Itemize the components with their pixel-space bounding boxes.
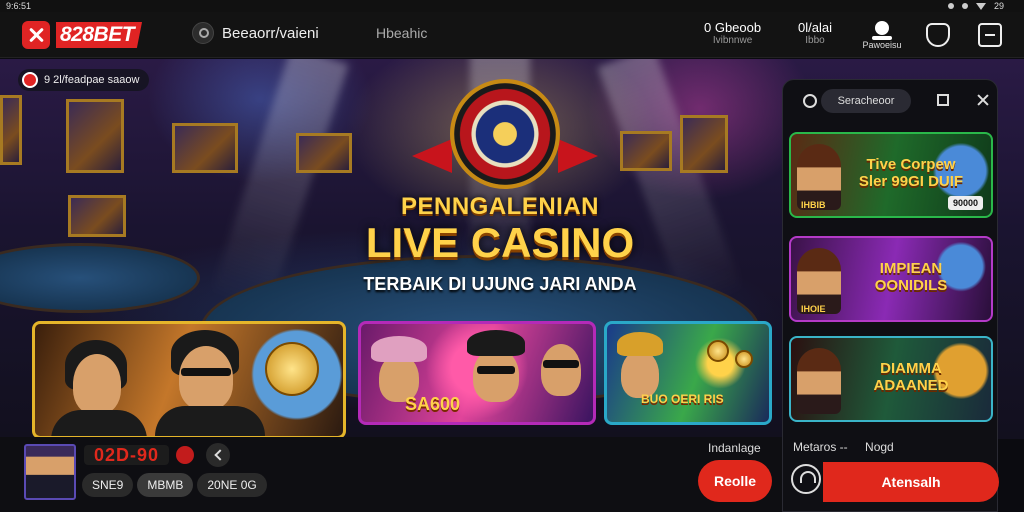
sunglasses — [543, 360, 579, 368]
ribbon-left — [412, 139, 452, 173]
panel-game-card[interactable]: IMPIEAN OONIDILS IHOIE — [789, 236, 993, 322]
filter-chips: SNE9 MBMB 20NE 0G — [82, 473, 267, 497]
stat-label: Ivibnnwe — [712, 35, 753, 46]
wifi-icon — [975, 2, 986, 10]
panel-cta-button[interactable]: Atensalh — [823, 462, 999, 502]
header-search[interactable]: Beeaorr/vaieni — [192, 22, 319, 44]
host-face — [473, 348, 519, 402]
reload-button[interactable]: Reolle — [698, 460, 772, 502]
filter-chip[interactable]: MBMB — [137, 473, 194, 497]
support-headset-icon[interactable] — [791, 464, 821, 494]
brand-logo[interactable]: 828BET — [56, 22, 143, 48]
app-header: 828BET Beeaorr/vaieni Hbeahic 0 Gbeoob I… — [0, 12, 1024, 58]
live-viewers-badge[interactable]: 9 2l/feadpae saaow — [18, 69, 150, 91]
wall-picture — [0, 95, 22, 165]
user-icon — [875, 21, 889, 35]
ribbon-right — [558, 139, 598, 173]
panel-toolbar: Seracheoor — [791, 88, 991, 114]
host-face — [541, 344, 581, 396]
roulette-wheel-icon — [450, 79, 560, 189]
status-bar: 9:6:51 29 — [0, 0, 1024, 12]
status-icons: 29 — [947, 0, 1004, 12]
dealer-face — [621, 350, 659, 398]
game-card-label: BUO OERI RIS — [641, 392, 724, 406]
panel-game-card[interactable]: Tive Corpew Sler 99GI DUIF IHBIB 90000 — [789, 132, 993, 218]
panel-card-tag: IHOIE — [801, 304, 826, 314]
bottom-right-label: Indanlage — [708, 441, 761, 455]
wall-picture — [68, 195, 126, 237]
hero-headline: LIVE CASINO — [365, 219, 635, 266]
dealer-jacket — [51, 410, 147, 436]
location-icon — [947, 3, 954, 9]
wall-picture — [296, 133, 352, 173]
dealer-hat — [371, 336, 427, 362]
close-icon[interactable] — [22, 21, 50, 49]
host-face — [179, 346, 233, 410]
search-icon — [192, 22, 214, 44]
panel-card-tag: IHBIB — [801, 200, 826, 210]
panel-footer: Metaros -- Nogd — [793, 440, 908, 454]
panel-search-input[interactable]: Seracheoor — [821, 89, 911, 113]
host-hat — [467, 330, 525, 356]
game-card-sa-gaming[interactable]: SA600 — [358, 321, 596, 425]
battery-level: 29 — [993, 1, 1004, 11]
coin-icon — [735, 350, 753, 368]
roulette-emblem — [412, 79, 598, 189]
panel-card-title: Tive Corpew Sler 99GI DUIF — [858, 156, 964, 190]
live-record-icon — [176, 446, 194, 464]
filter-chip[interactable]: SNE9 — [82, 473, 134, 497]
record-icon — [22, 72, 38, 88]
sunglasses — [181, 368, 231, 376]
shield-icon[interactable] — [926, 23, 950, 47]
wall-picture — [620, 131, 672, 171]
panel-game-card[interactable]: DIAMMA ADAANED — [789, 336, 993, 422]
coin-icon — [707, 340, 729, 362]
hero-headline-top: PENNGALENIAN — [400, 193, 599, 220]
live-badge-text: 9 2l/feadpae saaow — [44, 74, 140, 86]
signal-icon — [961, 3, 968, 9]
header-stat-balance[interactable]: 0 Gbeoob Ivibnnwe — [704, 21, 761, 47]
stat-label: Ibbo — [805, 35, 825, 46]
panel-footer-right[interactable]: Nogd — [865, 440, 894, 454]
panel-card-title: DIAMMA ADAANED — [873, 360, 949, 394]
header-nav-link[interactable]: Hbeahic — [376, 25, 427, 41]
filter-icon[interactable] — [803, 94, 817, 108]
panel-footer-left[interactable]: Metaros -- — [793, 440, 848, 454]
panel-card-badge: 90000 — [947, 196, 983, 210]
dealer-portrait — [797, 348, 841, 414]
game-card-featured[interactable] — [32, 321, 346, 439]
chip-icon — [265, 342, 319, 396]
stat-value: 0 Gbeoob — [704, 20, 762, 35]
game-card-slots[interactable]: BUO OERI RIS — [604, 321, 772, 425]
hero-subheadline: TERBAIK DI UJUNG JARI ANDA — [363, 274, 637, 294]
sunglasses — [477, 366, 515, 374]
bottom-bar: 02D-90 SNE9 MBMB 20NE 0G Indanlage Reoll… — [0, 437, 782, 512]
header-stat-bonus[interactable]: 0l/alai Ibbo — [798, 21, 832, 47]
wall-picture — [680, 115, 728, 173]
wall-picture — [66, 99, 124, 173]
chevron-left-icon[interactable] — [206, 443, 230, 467]
panel-card-title: IMPIEAN OONIDILS — [874, 260, 948, 294]
wall-picture — [172, 123, 238, 173]
user-label: Pawoeisu — [862, 40, 902, 50]
side-panel: Seracheoor Tive Corpew Sler 99GI DUIF IH… — [782, 79, 999, 512]
flag-icon[interactable] — [937, 94, 949, 106]
host-jacket — [155, 406, 265, 436]
game-card-label: SA600 — [405, 394, 461, 414]
filter-chip[interactable]: 20NE 0G — [197, 473, 267, 497]
close-panel-icon[interactable] — [975, 92, 991, 108]
stat-value: 0l/alai — [798, 20, 832, 35]
dealer-hat — [617, 332, 663, 356]
poker-table — [0, 243, 200, 313]
score-display: 02D-90 — [84, 445, 170, 465]
message-icon[interactable] — [978, 23, 1002, 47]
dealer-face — [73, 354, 121, 414]
header-search-text: Beeaorr/vaieni — [222, 24, 319, 42]
user-profile-button[interactable]: Pawoeisu — [862, 21, 902, 50]
status-time: 9:6:51 — [6, 1, 32, 11]
host-avatar[interactable] — [24, 444, 76, 500]
